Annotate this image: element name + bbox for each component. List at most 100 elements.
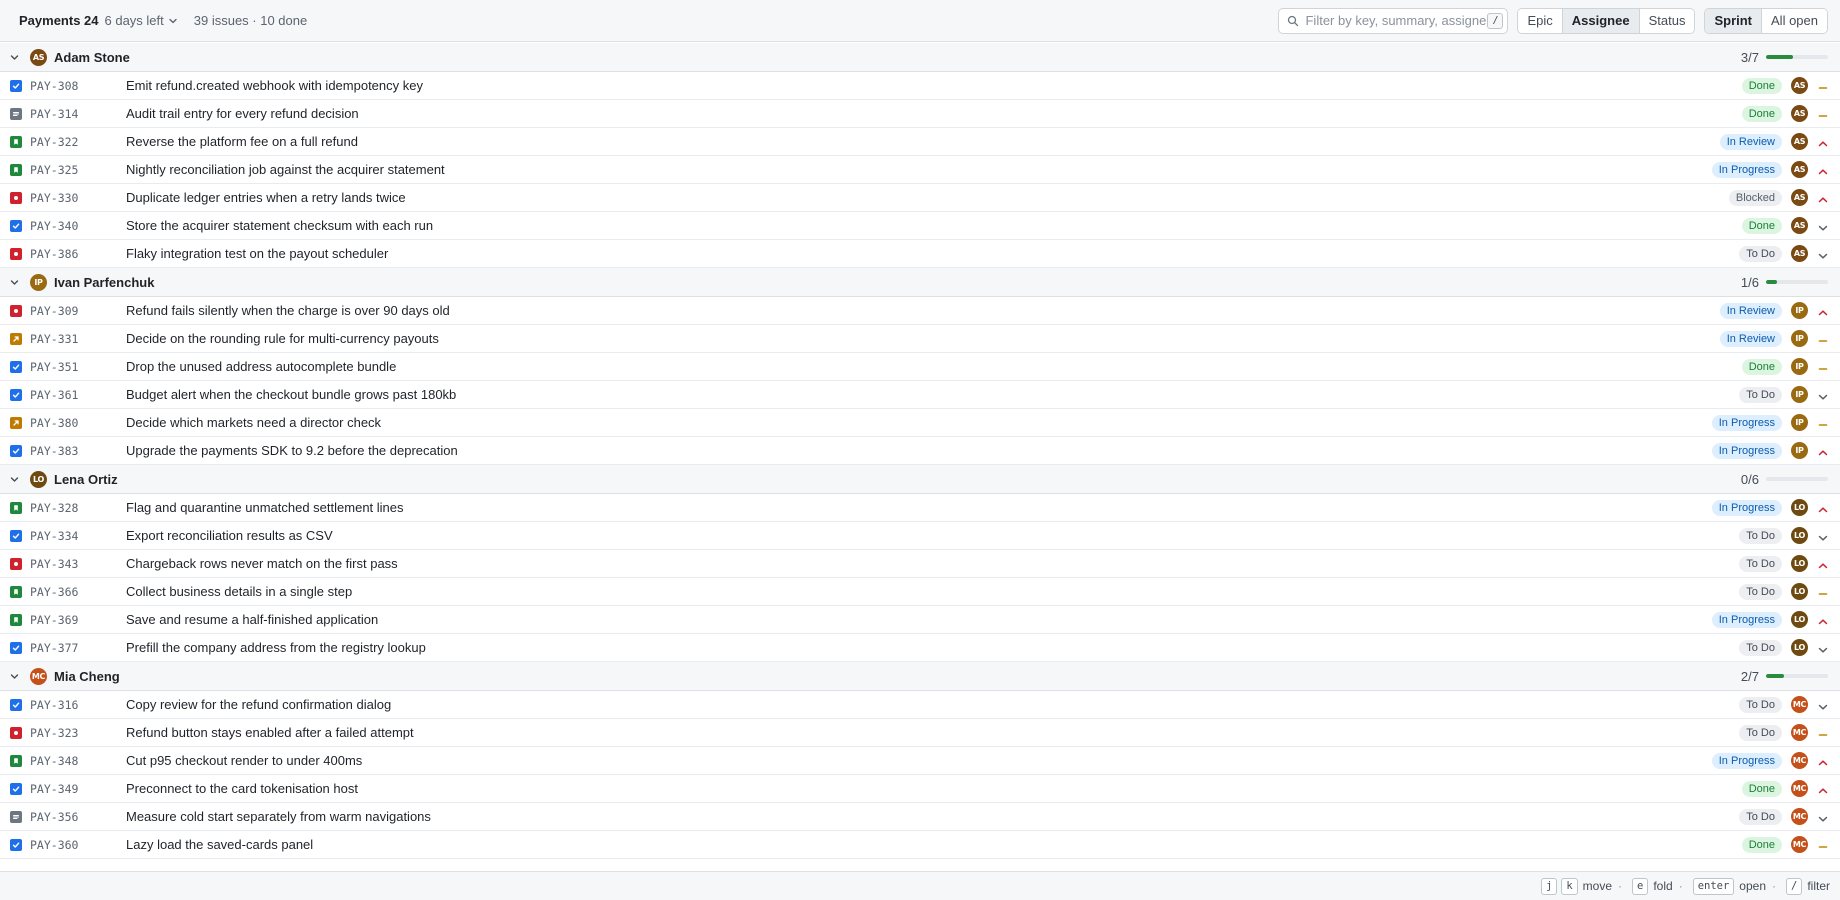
issue-row[interactable]: PAY-360 Lazy load the saved-cards panel Do… [0,831,1840,859]
status-badge[interactable]: To Do [1739,527,1782,544]
issue-key[interactable]: PAY-323 [30,726,126,740]
group-by-assignee[interactable]: Assignee [1562,8,1640,33]
issue-key[interactable]: PAY-322 [30,135,126,149]
status-badge[interactable]: Blocked [1728,189,1782,206]
issue-key[interactable]: PAY-330 [30,191,126,205]
issue-key[interactable]: PAY-334 [30,529,126,543]
group-name: Mia Cheng [54,668,120,684]
status-badge[interactable]: In Progress [1711,442,1782,459]
issue-summary: Preconnect to the card tokenisation host [126,781,358,796]
issue-row[interactable]: PAY-377 Prefill the company address from … [0,634,1840,662]
status-badge[interactable]: Done [1741,836,1782,853]
status-badge[interactable]: In Progress [1711,611,1782,628]
issue-row[interactable]: PAY-361 Budget alert when the checkout bu… [0,381,1840,409]
issue-row[interactable]: PAY-308 Emit refund.created webhook with … [0,72,1840,100]
status-badge[interactable]: In Review [1719,302,1782,319]
issue-row[interactable]: PAY-334 Export reconciliation results as … [0,522,1840,550]
status-badge[interactable]: In Progress [1711,161,1782,178]
issue-row[interactable]: PAY-356 Measure cold start separately fro… [0,803,1840,831]
chevron-down-icon[interactable] [9,277,20,288]
status-badge[interactable]: To Do [1739,245,1782,262]
issue-row[interactable]: PAY-316 Copy review for the refund confir… [0,691,1840,719]
issue-key[interactable]: PAY-360 [30,838,126,852]
status-badge[interactable]: Done [1741,105,1782,122]
group-header[interactable]: IP Ivan Parfenchuk 1/6 [0,268,1840,297]
status-badge[interactable]: To Do [1739,639,1782,656]
issue-key[interactable]: PAY-308 [30,79,126,93]
issue-row[interactable]: PAY-386 Flaky integration test on the pay… [0,240,1840,268]
status-badge[interactable]: Done [1741,77,1782,94]
priority-low-icon [1818,531,1828,541]
issue-row[interactable]: PAY-309 Refund fails silently when the ch… [0,297,1840,325]
status-badge[interactable]: In Progress [1711,752,1782,769]
issue-row[interactable]: PAY-322 Reverse the platform fee on a ful… [0,128,1840,156]
issue-key[interactable]: PAY-386 [30,247,126,261]
issue-key[interactable]: PAY-340 [30,219,126,233]
status-badge[interactable]: To Do [1739,583,1782,600]
issue-key[interactable]: PAY-366 [30,585,126,599]
issue-key[interactable]: PAY-351 [30,360,126,374]
status-badge[interactable]: To Do [1739,724,1782,741]
status-badge[interactable]: Done [1741,217,1782,234]
issue-key[interactable]: PAY-331 [30,332,126,346]
issue-key[interactable]: PAY-325 [30,163,126,177]
status-badge[interactable]: To Do [1739,696,1782,713]
issue-key[interactable]: PAY-377 [30,641,126,655]
filter-input[interactable] [1305,13,1488,28]
issue-row[interactable]: PAY-366 Collect business details in a sin… [0,578,1840,606]
filter-box[interactable]: / [1278,7,1509,34]
status-badge[interactable]: In Review [1719,133,1782,150]
issue-row[interactable]: PAY-331 Decide on the rounding rule for m… [0,325,1840,353]
chevron-down-icon [169,18,177,23]
shortcut-key: / [1786,877,1803,895]
issue-key[interactable]: PAY-348 [30,754,126,768]
issue-row[interactable]: PAY-369 Save and resume a half-finished a… [0,606,1840,634]
assignee-avatar: LO [1791,583,1808,600]
issue-key[interactable]: PAY-343 [30,557,126,571]
scope-sprint[interactable]: Sprint [1705,8,1763,33]
issue-row[interactable]: PAY-330 Duplicate ledger entries when a r… [0,184,1840,212]
sprint-days-dropdown[interactable]: 6 days left [105,13,178,28]
status-badge[interactable]: To Do [1739,808,1782,825]
issue-key[interactable]: PAY-383 [30,444,126,458]
task-icon [10,360,22,373]
group-header[interactable]: AS Adam Stone 3/7 [0,43,1840,72]
issue-row[interactable]: PAY-343 Chargeback rows never match on th… [0,550,1840,578]
chevron-down-icon[interactable] [9,52,20,63]
scope-all-open[interactable]: All open [1762,8,1827,33]
issue-summary: Reverse the platform fee on a full refun… [126,134,358,149]
issue-row[interactable]: PAY-349 Preconnect to the card tokenisati… [0,775,1840,803]
status-badge[interactable]: To Do [1739,555,1782,572]
group-by-epic[interactable]: Epic [1518,8,1563,33]
status-badge[interactable]: In Progress [1711,499,1782,516]
issue-key[interactable]: PAY-314 [30,107,126,121]
chevron-down-icon[interactable] [9,474,20,485]
issue-key[interactable]: PAY-369 [30,613,126,627]
issue-row[interactable]: PAY-380 Decide which markets need a direc… [0,409,1840,437]
issue-key[interactable]: PAY-380 [30,416,126,430]
issue-row[interactable]: PAY-325 Nightly reconciliation job agains… [0,156,1840,184]
issue-row[interactable]: PAY-351 Drop the unused address autocompl… [0,353,1840,381]
issue-key[interactable]: PAY-309 [30,304,126,318]
issue-row[interactable]: PAY-348 Cut p95 checkout render to under … [0,747,1840,775]
status-badge[interactable]: In Progress [1711,414,1782,431]
issue-summary: Refund fails silently when the charge is… [126,303,450,318]
group-by-status[interactable]: Status [1639,8,1695,33]
issue-row[interactable]: PAY-340 Store the acquirer statement chec… [0,212,1840,240]
issue-key[interactable]: PAY-328 [30,501,126,515]
issue-row[interactable]: PAY-323 Refund button stays enabled after… [0,719,1840,747]
issue-row[interactable]: PAY-383 Upgrade the payments SDK to 9.2 b… [0,437,1840,465]
chevron-down-icon[interactable] [9,671,20,682]
issue-key[interactable]: PAY-356 [30,810,126,824]
issue-key[interactable]: PAY-316 [30,698,126,712]
issue-row[interactable]: PAY-314 Audit trail entry for every refun… [0,100,1840,128]
group-header[interactable]: LO Lena Ortiz 0/6 [0,465,1840,494]
status-badge[interactable]: Done [1741,358,1782,375]
status-badge[interactable]: To Do [1739,386,1782,403]
status-badge[interactable]: Done [1741,780,1782,797]
issue-key[interactable]: PAY-361 [30,388,126,402]
issue-key[interactable]: PAY-349 [30,782,126,796]
group-header[interactable]: MC Mia Cheng 2/7 [0,662,1840,691]
status-badge[interactable]: In Review [1719,330,1782,347]
issue-row[interactable]: PAY-328 Flag and quarantine unmatched set… [0,494,1840,522]
